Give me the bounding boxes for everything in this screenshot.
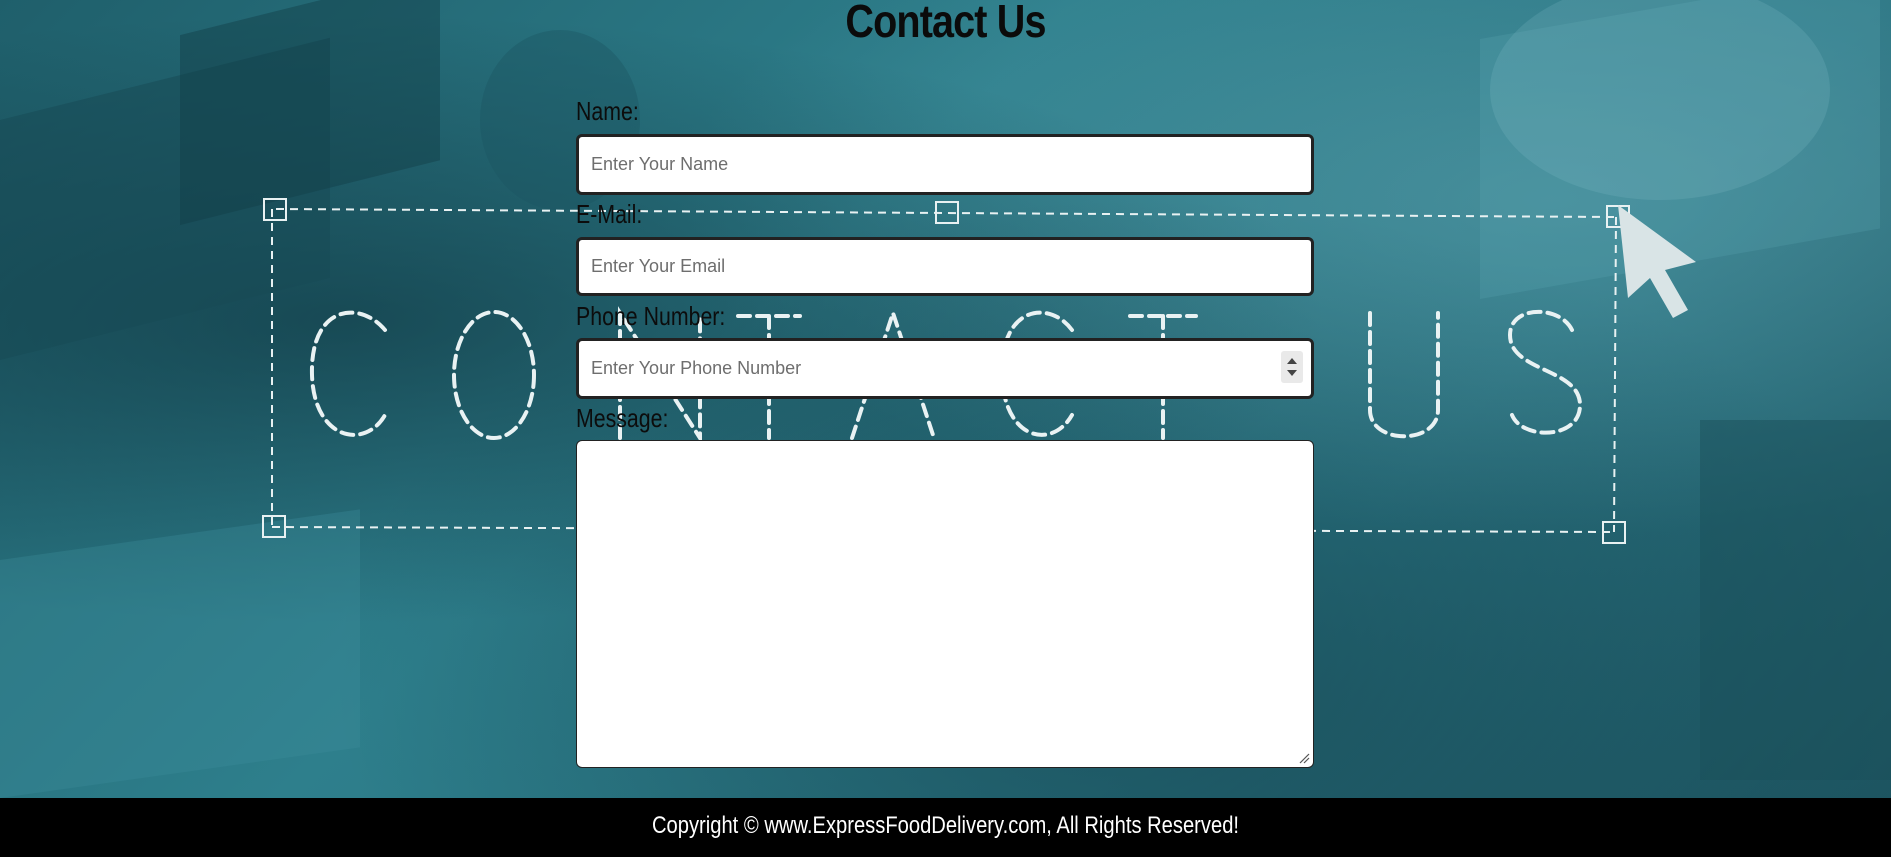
stepper-down-icon[interactable]	[1287, 370, 1297, 376]
email-input[interactable]	[579, 240, 1311, 293]
footer: Copyright © www.ExpressFoodDelivery.com,…	[0, 798, 1891, 857]
number-stepper[interactable]	[1281, 351, 1303, 383]
name-label: Name:	[576, 96, 639, 126]
message-label: Message:	[576, 403, 669, 433]
copyright-text: Copyright © www.ExpressFoodDelivery.com,…	[651, 812, 1240, 839]
message-textarea[interactable]	[577, 441, 1313, 767]
phone-field-box[interactable]	[576, 338, 1314, 399]
email-label: E-Mail:	[576, 199, 643, 229]
stepper-up-icon[interactable]	[1287, 358, 1297, 364]
message-field-box[interactable]	[576, 440, 1314, 768]
phone-label: Phone Number:	[576, 301, 726, 331]
resize-grip-icon[interactable]	[1298, 752, 1310, 764]
name-field-box[interactable]	[576, 134, 1314, 195]
page-title: Contact Us	[845, 0, 1046, 47]
email-field-box[interactable]	[576, 237, 1314, 296]
name-input[interactable]	[579, 137, 1311, 192]
phone-input[interactable]	[579, 341, 1311, 396]
